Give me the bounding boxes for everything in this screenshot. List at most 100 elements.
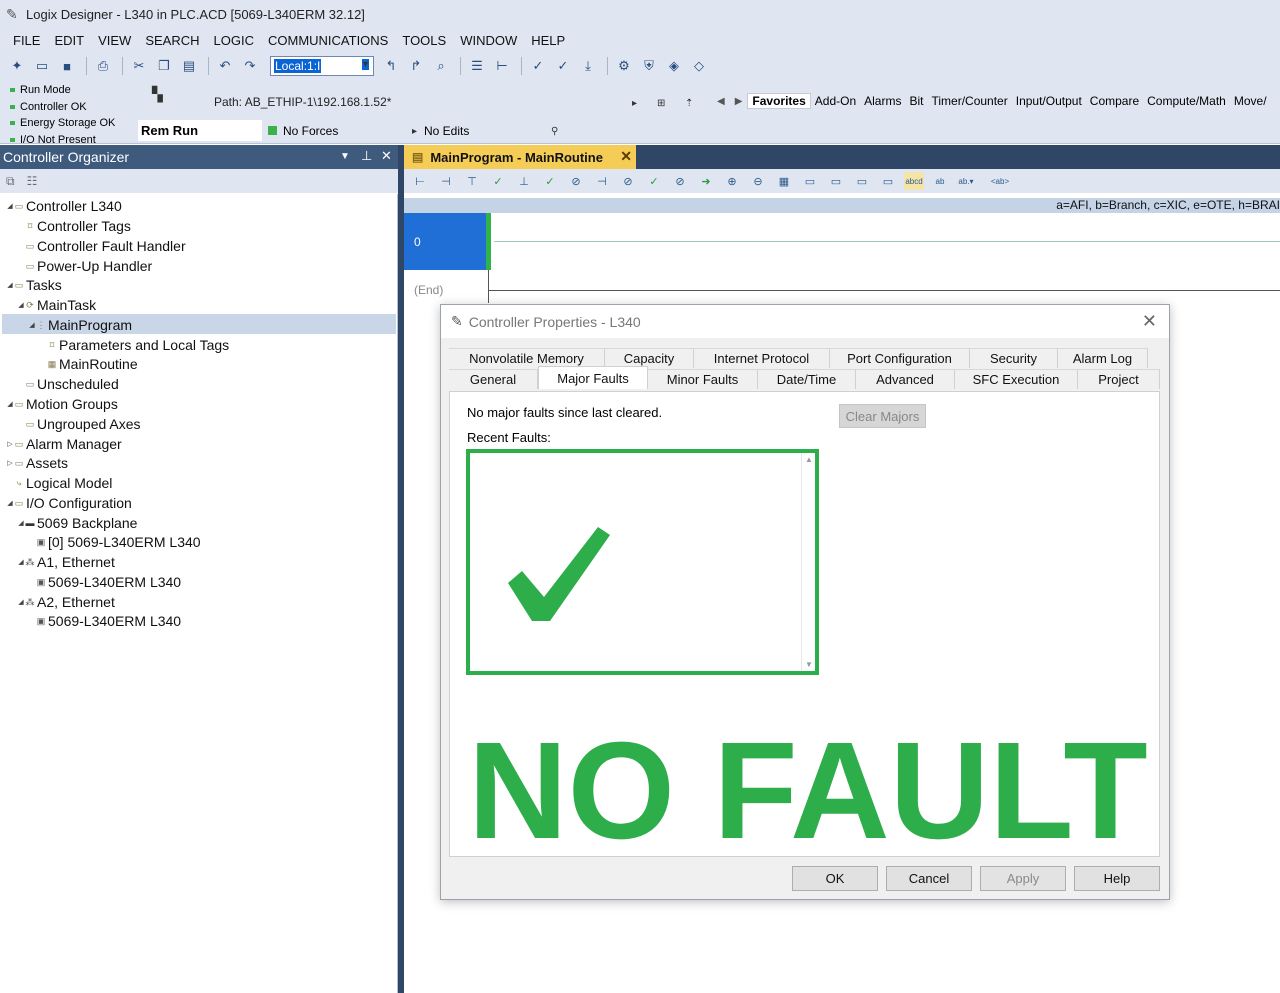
add-rung-icon[interactable]: ⊢	[410, 172, 430, 190]
tab-capacity[interactable]: Capacity	[605, 348, 694, 368]
tab-scroll-right-icon[interactable]: ▶	[730, 96, 748, 107]
scroll-up-icon[interactable]: ▲	[805, 455, 813, 464]
compare-icon[interactable]: ◇	[688, 56, 710, 76]
path-set-icon[interactable]: ⇡	[685, 98, 693, 109]
assemble-edits-icon[interactable]: ✓	[540, 172, 560, 190]
tab-alarm-log[interactable]: Alarm Log	[1058, 348, 1148, 368]
test-edits-icon[interactable]: ⊘	[566, 172, 586, 190]
tab-scroll-left-icon[interactable]: ◀	[712, 96, 730, 107]
tab-general[interactable]: General	[449, 369, 538, 389]
path-network-icon[interactable]: ⊞	[657, 98, 665, 109]
paste-icon[interactable]: ▤	[178, 56, 200, 76]
menu-logic[interactable]: LOGIC	[207, 33, 261, 48]
expand-icon[interactable]: ◢	[28, 321, 36, 329]
organizer-close-icon[interactable]: ✕	[381, 148, 392, 164]
instr-tab-compare[interactable]: Compare	[1086, 94, 1143, 108]
menu-window[interactable]: WINDOW	[453, 33, 524, 48]
cross-reference-icon[interactable]: ⊢	[491, 56, 513, 76]
tab-nonvolatile-memory[interactable]: Nonvolatile Memory	[449, 348, 605, 368]
tree-item-ungrouped-axes[interactable]: ▭ Ungrouped Axes	[17, 414, 141, 434]
expand-icon[interactable]: ◢	[17, 598, 25, 606]
untest-edits-icon[interactable]: ⊣	[592, 172, 612, 190]
dialog-close-icon[interactable]: ✕	[1142, 311, 1157, 332]
security-icon[interactable]: ⛨	[638, 56, 660, 76]
cancel-edits-icon[interactable]: ⊥	[514, 172, 534, 190]
text-ab-icon[interactable]: ab	[930, 172, 950, 190]
text-abcd-icon[interactable]: abcd	[904, 172, 924, 190]
verify-routine-icon[interactable]: ✓	[552, 56, 574, 76]
tree-item-motion-groups[interactable]: ◢ ▭ Motion Groups	[6, 394, 118, 414]
finalize-edits-icon[interactable]: ⊘	[618, 172, 638, 190]
apply-button[interactable]: Apply	[980, 866, 1066, 891]
new-project-icon[interactable]: ✦	[6, 56, 28, 76]
cancel-button[interactable]: Cancel	[886, 866, 972, 891]
tree-item-a2-ethernet[interactable]: ◢ ⁂ A2, Ethernet	[17, 592, 115, 612]
menu-help[interactable]: HELP	[524, 33, 572, 48]
tab-internet-protocol[interactable]: Internet Protocol	[694, 348, 830, 368]
tree-item-controller-module[interactable]: ▣ [0] 5069-L340ERM L340	[28, 532, 201, 552]
text-ab-tag-icon[interactable]: <ab>	[990, 172, 1010, 190]
download-icon[interactable]: ⤓	[577, 56, 599, 76]
recent-faults-scrollbar[interactable]: ▲ ▼	[801, 453, 815, 671]
tree-item-io-configuration[interactable]: ◢ ▭ I/O Configuration	[6, 493, 132, 513]
tab-security[interactable]: Security	[970, 348, 1058, 368]
zoom-in-icon[interactable]: ⊕	[722, 172, 742, 190]
tab-advanced[interactable]: Advanced	[856, 369, 955, 389]
instr-tab-alarms[interactable]: Alarms	[860, 94, 905, 108]
tree-item-main-task[interactable]: ◢ ⟳ MainTask	[17, 295, 96, 315]
tab-minor-faults[interactable]: Minor Faults	[648, 369, 758, 389]
tree-item-power-up-handler[interactable]: ▭ Power-Up Handler	[17, 256, 152, 276]
instr-tab-add-on[interactable]: Add-On	[811, 94, 860, 108]
add-branch-icon[interactable]: ⊣	[436, 172, 456, 190]
tree-item-assets[interactable]: ▷ ▭ Assets	[6, 453, 68, 473]
accept-program-icon[interactable]: ✓	[644, 172, 664, 190]
tree-item-logical-model[interactable]: ⤷ Logical Model	[6, 473, 112, 493]
ok-button[interactable]: OK	[792, 866, 878, 891]
recent-faults-list[interactable]: ▲ ▼	[466, 449, 819, 675]
online-edit-icon[interactable]: ◈	[663, 56, 685, 76]
menu-tools[interactable]: TOOLS	[395, 33, 453, 48]
cancel-program-icon[interactable]: ⊘	[670, 172, 690, 190]
organizer-view-icon[interactable]: ☷	[27, 174, 38, 188]
controller-properties-icon[interactable]: ⚙	[613, 56, 635, 76]
properties-icon[interactable]: ▭	[852, 172, 872, 190]
rung-0[interactable]: 0	[404, 213, 488, 270]
find-icon[interactable]: ⌕	[430, 56, 452, 76]
help-button[interactable]: Help	[1074, 866, 1160, 891]
go-to-rung-icon[interactable]: ➜	[696, 172, 716, 190]
tree-item-tasks[interactable]: ◢ ▭ Tasks	[6, 275, 62, 295]
expand-icon[interactable]: ◢	[17, 519, 25, 527]
close-tab-icon[interactable]: ✕	[620, 148, 632, 165]
verify-controller-icon[interactable]: ✓	[527, 56, 549, 76]
tab-main-routine[interactable]: ▤ MainProgram - MainRoutine ✕	[404, 145, 636, 169]
expand-icon[interactable]: ◢	[6, 400, 14, 408]
add-branch-level-icon[interactable]: ⊤	[462, 172, 482, 190]
menu-edit[interactable]: EDIT	[47, 33, 91, 48]
edits-status[interactable]: No Edits	[406, 120, 562, 141]
zoom-out-icon[interactable]: ⊖	[748, 172, 768, 190]
tree-item-main-program[interactable]: ◢ ⋮ MainProgram	[28, 315, 132, 335]
pin-icon[interactable]: ⊥	[361, 148, 372, 164]
collapse-all-icon[interactable]: ⧉	[6, 174, 15, 189]
accept-edits-icon[interactable]: ✓	[488, 172, 508, 190]
open-folder-icon[interactable]: ▭	[31, 56, 53, 76]
tree-item-controller[interactable]: ◢ ▭ Controller L340	[6, 196, 121, 216]
collapse-icon[interactable]: ▷	[6, 459, 14, 467]
cut-icon[interactable]: ✂	[128, 56, 150, 76]
path-pin-icon[interactable]: ▸	[632, 98, 637, 109]
browse-logic-icon[interactable]: ↱	[405, 56, 427, 76]
path-dropdown[interactable]: Local:1:I ▾	[270, 56, 374, 76]
tree-item-unscheduled[interactable]: ▭ Unscheduled	[17, 374, 119, 394]
tab-date-time[interactable]: Date/Time	[758, 369, 856, 389]
scroll-down-icon[interactable]: ▼	[805, 660, 813, 669]
bookmark-icon[interactable]: ▭	[800, 172, 820, 190]
print-icon[interactable]: ⎙	[92, 56, 114, 76]
collapse-icon[interactable]: ▷	[6, 440, 14, 448]
save-icon[interactable]: ■	[56, 56, 78, 76]
expand-icon[interactable]: ◢	[17, 558, 25, 566]
redo-icon[interactable]: ↷	[239, 56, 261, 76]
expand-icon[interactable]: ◢	[17, 301, 25, 309]
grid-icon[interactable]: ▦	[774, 172, 794, 190]
controller-mode[interactable]: Rem Run	[138, 120, 262, 141]
organizer-dropdown-icon[interactable]: ▼	[340, 151, 350, 162]
